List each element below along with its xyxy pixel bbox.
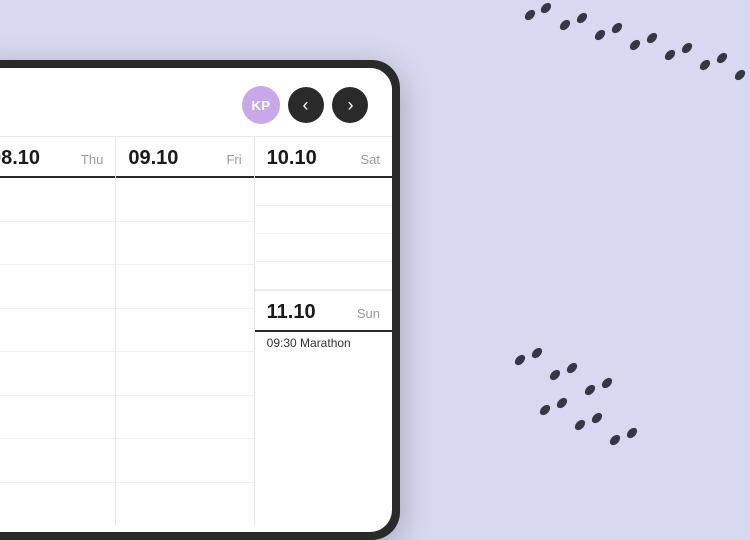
time-slot [0,309,115,353]
prev-nav-button[interactable]: ‹ [288,87,324,123]
day-column-0: 08.10 Thu [0,137,116,525]
calendar-grid: 08.10 Thu 09.10 Fri [0,136,392,525]
day-name-2: Sat [360,152,380,167]
time-slot [116,309,253,353]
time-slot [0,396,115,440]
time-slot [116,178,253,222]
time-slots-1 [116,178,253,525]
time-slot [255,178,392,206]
time-slot [116,222,253,266]
time-slot [255,206,392,234]
day-header-0: 08.10 Thu [0,137,115,178]
time-slots-2-top [255,178,392,290]
marathon-event[interactable]: 09:30 Marathon [255,332,392,354]
time-slot [0,439,115,483]
time-slot [0,178,115,222]
time-slot [116,483,253,526]
time-slot [255,262,392,290]
chevron-left-icon: ‹ [303,96,309,114]
calendar-header: KP ‹ › [0,68,392,136]
day-date-0: 08.10 [0,147,40,170]
day-name-0: Thu [81,152,103,167]
day-header-1: 09.10 Fri [116,137,253,178]
day-header-3: 11.10 Sun [255,291,392,332]
day-name-1: Fri [226,152,241,167]
decoration-dots-bottom-right [490,300,690,500]
time-slot [116,265,253,309]
time-slot [0,265,115,309]
day-name-3: Sun [357,306,380,321]
time-slot [0,483,115,526]
day-header-2: 10.10 Sat [255,137,392,178]
device-screen: KP ‹ › 08.10 Thu [0,68,392,532]
time-slot [0,352,115,396]
chevron-right-icon: › [348,96,354,114]
day-date-3: 11.10 [267,301,316,324]
day-date-1: 09.10 [128,147,178,170]
day-column-1: 09.10 Fri [116,137,254,525]
device-frame: KP ‹ › 08.10 Thu [0,60,400,540]
time-slot [116,352,253,396]
next-nav-button[interactable]: › [332,87,368,123]
time-slot [255,234,392,262]
time-slot [0,222,115,266]
day-column-2: 10.10 Sat 11.10 Sun [255,137,392,525]
time-slots-0 [0,178,115,525]
time-slot [116,396,253,440]
user-avatar: KP [242,86,280,124]
decoration-dots-top-right [430,0,750,160]
day-date-2: 10.10 [267,147,317,170]
time-slot [116,439,253,483]
